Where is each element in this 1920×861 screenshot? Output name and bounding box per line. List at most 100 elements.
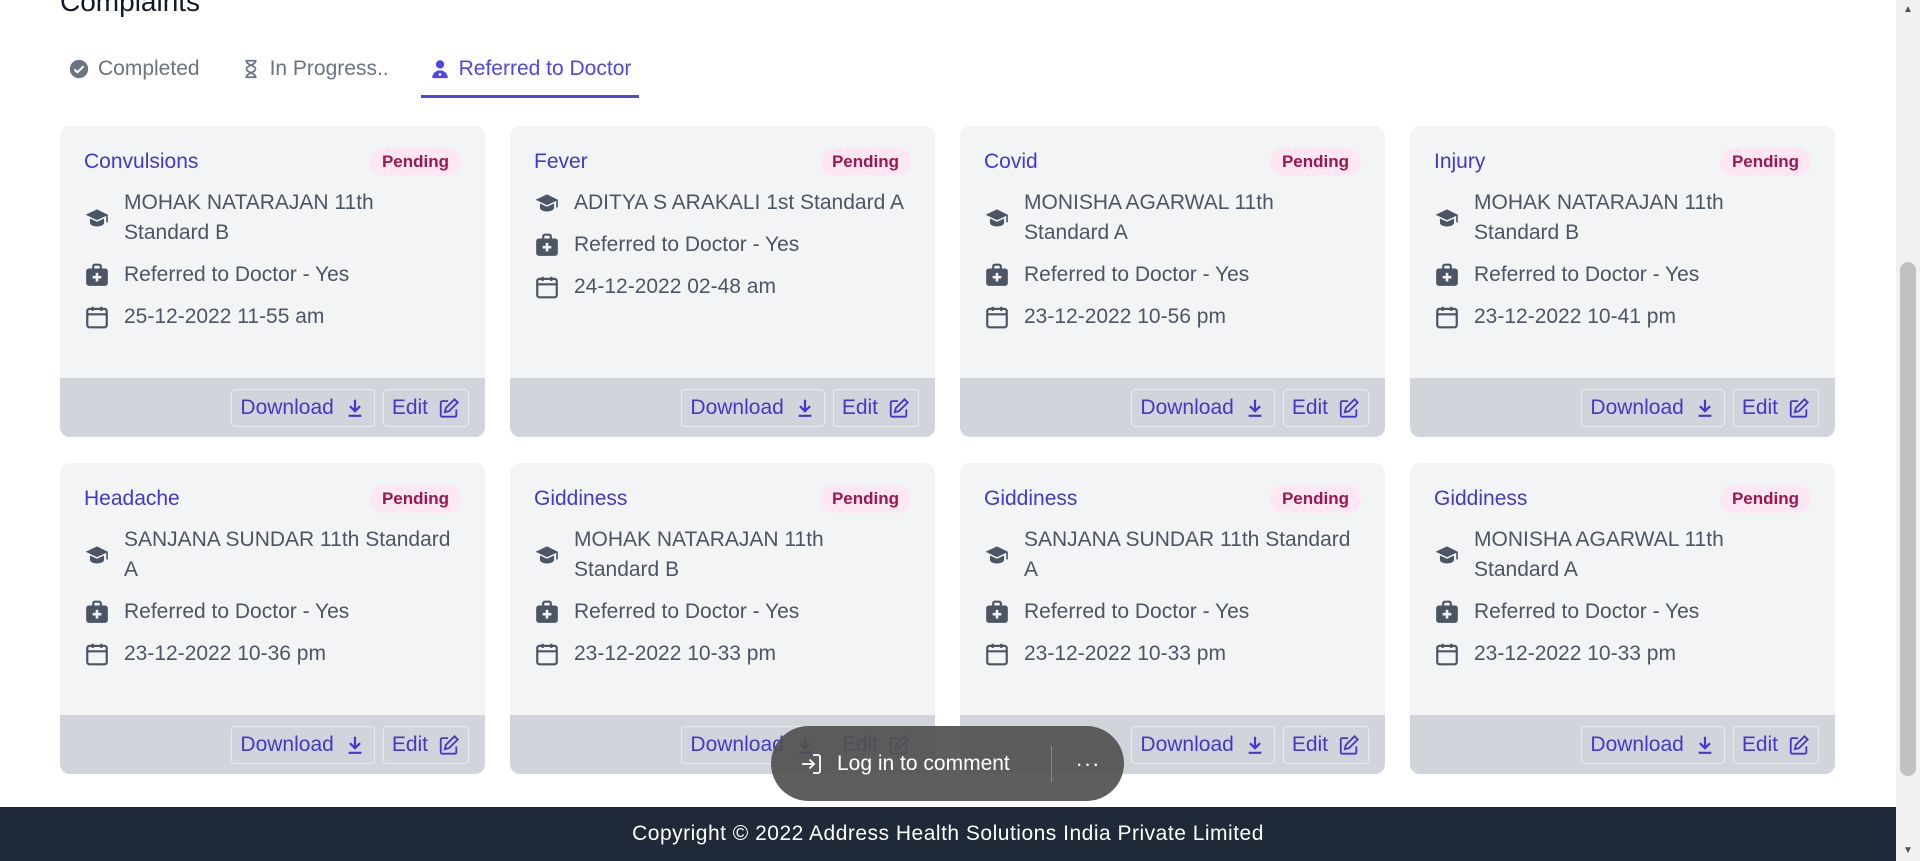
student-info: MOHAK NATARAJAN 11th Standard B xyxy=(574,528,824,581)
edit-label: Edit xyxy=(1291,395,1328,419)
edit-icon xyxy=(439,397,460,418)
student-info: MOHAK NATARAJAN 11th Standard B xyxy=(124,191,374,244)
status-badge: Pending xyxy=(1269,148,1361,176)
status-badge: Pending xyxy=(819,148,911,176)
scroll-up-arrow-icon[interactable]: ▲ xyxy=(1896,0,1920,20)
login-to-comment-label: Log in to comment xyxy=(837,751,1010,775)
student-info: MONISHA AGARWAL 11th Standard A xyxy=(1474,528,1724,581)
download-button[interactable]: Download xyxy=(1581,725,1725,764)
download-button[interactable]: Download xyxy=(1581,388,1725,427)
vertical-scrollbar[interactable]: ▲ ▼ xyxy=(1896,0,1920,861)
complaint-datetime: 25-12-2022 11-55 am xyxy=(124,305,325,328)
complaint-title[interactable]: Giddiness xyxy=(1434,487,1527,511)
medical-kit-icon xyxy=(1436,600,1458,623)
complaint-title[interactable]: Headache xyxy=(84,487,180,511)
download-label: Download xyxy=(690,395,784,419)
referred-status: Referred to Doctor - Yes xyxy=(574,233,800,256)
complaint-card: Convulsions Pending MOHAK NATARAJAN 11th… xyxy=(60,126,485,437)
medical-kit-icon xyxy=(536,233,558,256)
status-badge: Pending xyxy=(369,148,461,176)
tab-in-progress[interactable]: In Progress.. xyxy=(232,42,397,98)
referred-status: Referred to Doctor - Yes xyxy=(124,600,350,623)
download-icon xyxy=(1248,736,1262,754)
graduation-cap-icon xyxy=(85,209,108,227)
status-badge: Pending xyxy=(1719,485,1811,513)
download-button[interactable]: Download xyxy=(1131,388,1275,427)
edit-button[interactable]: Edit xyxy=(1282,388,1369,427)
site-footer: Copyright © 2022 Address Health Solution… xyxy=(0,807,1896,861)
edit-button[interactable]: Edit xyxy=(382,725,469,764)
edit-icon xyxy=(1339,734,1360,755)
graduation-cap-icon xyxy=(535,194,558,212)
complaint-title[interactable]: Giddiness xyxy=(534,487,627,511)
student-info: SANJANA SUNDAR 11th Standard A xyxy=(1024,528,1351,581)
download-label: Download xyxy=(240,395,334,419)
complaint-card: Fever Pending ADITYA S ARAKALI 1st Stand… xyxy=(510,126,935,437)
referred-status: Referred to Doctor - Yes xyxy=(1024,600,1250,623)
complaint-title[interactable]: Fever xyxy=(534,150,588,174)
graduation-cap-icon xyxy=(1435,209,1458,227)
medical-kit-icon xyxy=(536,600,558,623)
download-button[interactable]: Download xyxy=(681,388,825,427)
download-icon xyxy=(348,736,362,754)
complaint-title[interactable]: Convulsions xyxy=(84,150,198,174)
card-actions: Download Edit xyxy=(1410,715,1835,774)
complaint-title[interactable]: Covid xyxy=(984,150,1038,174)
scrollbar-thumb[interactable] xyxy=(1900,262,1916,776)
edit-icon xyxy=(1789,734,1810,755)
scroll-down-arrow-icon[interactable]: ▼ xyxy=(1896,841,1920,861)
calendar-icon xyxy=(1436,643,1458,666)
student-info: MONISHA AGARWAL 11th Standard A xyxy=(1024,191,1274,244)
hourglass-icon xyxy=(245,59,257,78)
edit-button[interactable]: Edit xyxy=(1282,725,1369,764)
card-actions: Download Edit xyxy=(510,378,935,437)
referred-status: Referred to Doctor - Yes xyxy=(124,263,350,286)
complaint-datetime: 23-12-2022 10-56 pm xyxy=(1024,305,1226,328)
calendar-icon xyxy=(986,306,1008,329)
status-badge: Pending xyxy=(1269,485,1361,513)
login-to-comment-button[interactable]: Log in to comment xyxy=(771,726,1051,801)
student-info: SANJANA SUNDAR 11th Standard A xyxy=(124,528,451,581)
download-icon xyxy=(1698,399,1712,417)
card-actions: Download Edit xyxy=(60,715,485,774)
medical-kit-icon xyxy=(86,263,108,286)
complaint-card: Injury Pending MOHAK NATARAJAN 11th Stan… xyxy=(1410,126,1835,437)
status-badge: Pending xyxy=(1719,148,1811,176)
complaint-card: Giddiness Pending MONISHA AGARWAL 11th S… xyxy=(1410,463,1835,774)
tab-completed[interactable]: Completed xyxy=(60,42,208,98)
download-icon xyxy=(1248,399,1262,417)
download-button[interactable]: Download xyxy=(231,725,375,764)
download-button[interactable]: Download xyxy=(231,388,375,427)
graduation-cap-icon xyxy=(985,546,1008,564)
edit-button[interactable]: Edit xyxy=(832,388,919,427)
status-badge: Pending xyxy=(369,485,461,513)
download-icon xyxy=(1698,736,1712,754)
edit-label: Edit xyxy=(391,395,428,419)
medical-kit-icon xyxy=(986,600,1008,623)
tab-referred-to-doctor[interactable]: Referred to Doctor xyxy=(420,42,640,98)
comment-bar: Log in to comment ··· xyxy=(771,726,1124,801)
medical-kit-icon xyxy=(1436,263,1458,286)
referred-status: Referred to Doctor - Yes xyxy=(574,600,800,623)
complaint-card: Covid Pending MONISHA AGARWAL 11th Stand… xyxy=(960,126,1385,437)
check-circle-icon xyxy=(69,59,89,78)
edit-button[interactable]: Edit xyxy=(1732,388,1819,427)
edit-button[interactable]: Edit xyxy=(382,388,469,427)
download-button[interactable]: Download xyxy=(1131,725,1275,764)
edit-label: Edit xyxy=(1291,732,1328,756)
graduation-cap-icon xyxy=(1435,546,1458,564)
card-actions: Download Edit xyxy=(1410,378,1835,437)
download-label: Download xyxy=(240,732,334,756)
download-label: Download xyxy=(1590,395,1684,419)
edit-icon xyxy=(1789,397,1810,418)
tab-completed-label: Completed xyxy=(98,56,200,80)
medical-kit-icon xyxy=(86,600,108,623)
edit-button[interactable]: Edit xyxy=(1732,725,1819,764)
calendar-icon xyxy=(986,643,1008,666)
status-badge: Pending xyxy=(819,485,911,513)
complaint-title[interactable]: Giddiness xyxy=(984,487,1077,511)
complaint-title[interactable]: Injury xyxy=(1434,150,1485,174)
more-options-button[interactable]: ··· xyxy=(1052,751,1124,777)
download-icon xyxy=(348,399,362,417)
edit-label: Edit xyxy=(1741,732,1778,756)
